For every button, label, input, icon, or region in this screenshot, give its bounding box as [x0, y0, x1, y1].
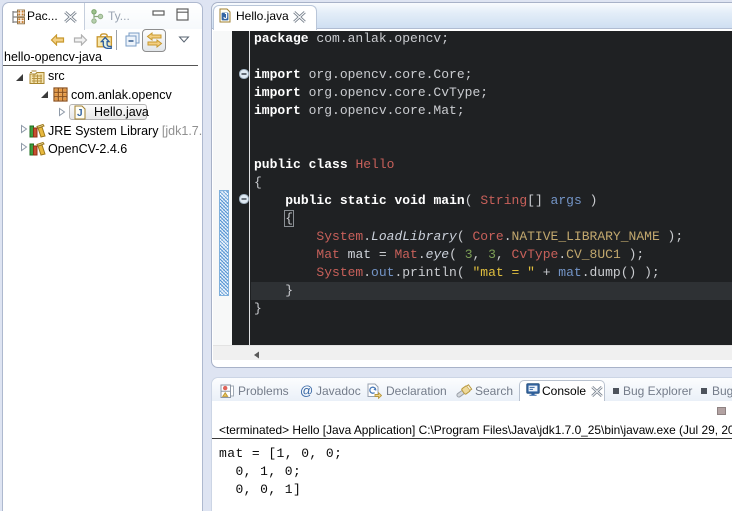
svg-text:J: J	[223, 12, 227, 21]
svg-text:J: J	[77, 108, 83, 119]
